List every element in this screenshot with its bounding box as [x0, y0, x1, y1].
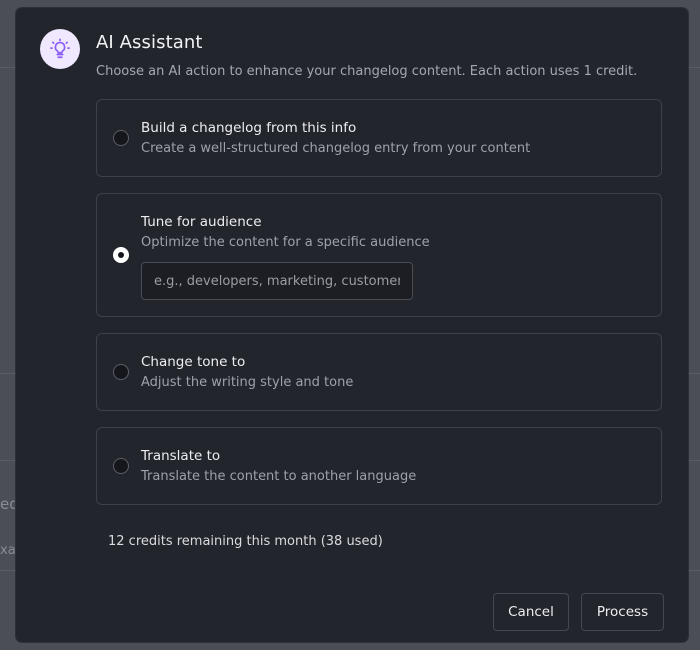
ai-assistant-dialog: AI Assistant Choose an AI action to enha…: [16, 8, 688, 642]
option-description: Optimize the content for a specific audi…: [141, 235, 430, 250]
option-title: Translate to: [141, 448, 221, 464]
cancel-button[interactable]: Cancel: [493, 593, 569, 631]
dialog-subtitle: Choose an AI action to enhance your chan…: [96, 64, 638, 79]
option-description: Adjust the writing style and tone: [141, 375, 354, 390]
option-title: Change tone to: [141, 354, 246, 370]
credits-remaining-text: 12 credits remaining this month (38 used…: [108, 534, 383, 549]
option-description: Create a well-structured changelog entry…: [141, 141, 531, 156]
option-radio[interactable]: [113, 458, 129, 474]
background-field-text: xa: [0, 543, 16, 558]
option-radio[interactable]: [113, 364, 129, 380]
option-radio[interactable]: [113, 247, 129, 263]
lightbulb-icon: [40, 29, 80, 69]
option-radio[interactable]: [113, 130, 129, 146]
process-button[interactable]: Process: [581, 593, 664, 631]
option-change-tone[interactable]: Change tone to Adjust the writing style …: [96, 333, 662, 411]
dialog-title: AI Assistant: [96, 32, 203, 53]
option-build-changelog[interactable]: Build a changelog from this info Create …: [96, 99, 662, 177]
option-translate[interactable]: Translate to Translate the content to an…: [96, 427, 662, 505]
option-title: Tune for audience: [141, 214, 262, 230]
audience-input[interactable]: [141, 262, 413, 300]
option-tune-audience[interactable]: Tune for audience Optimize the content f…: [96, 193, 662, 317]
option-description: Translate the content to another languag…: [141, 469, 417, 484]
option-title: Build a changelog from this info: [141, 120, 357, 136]
